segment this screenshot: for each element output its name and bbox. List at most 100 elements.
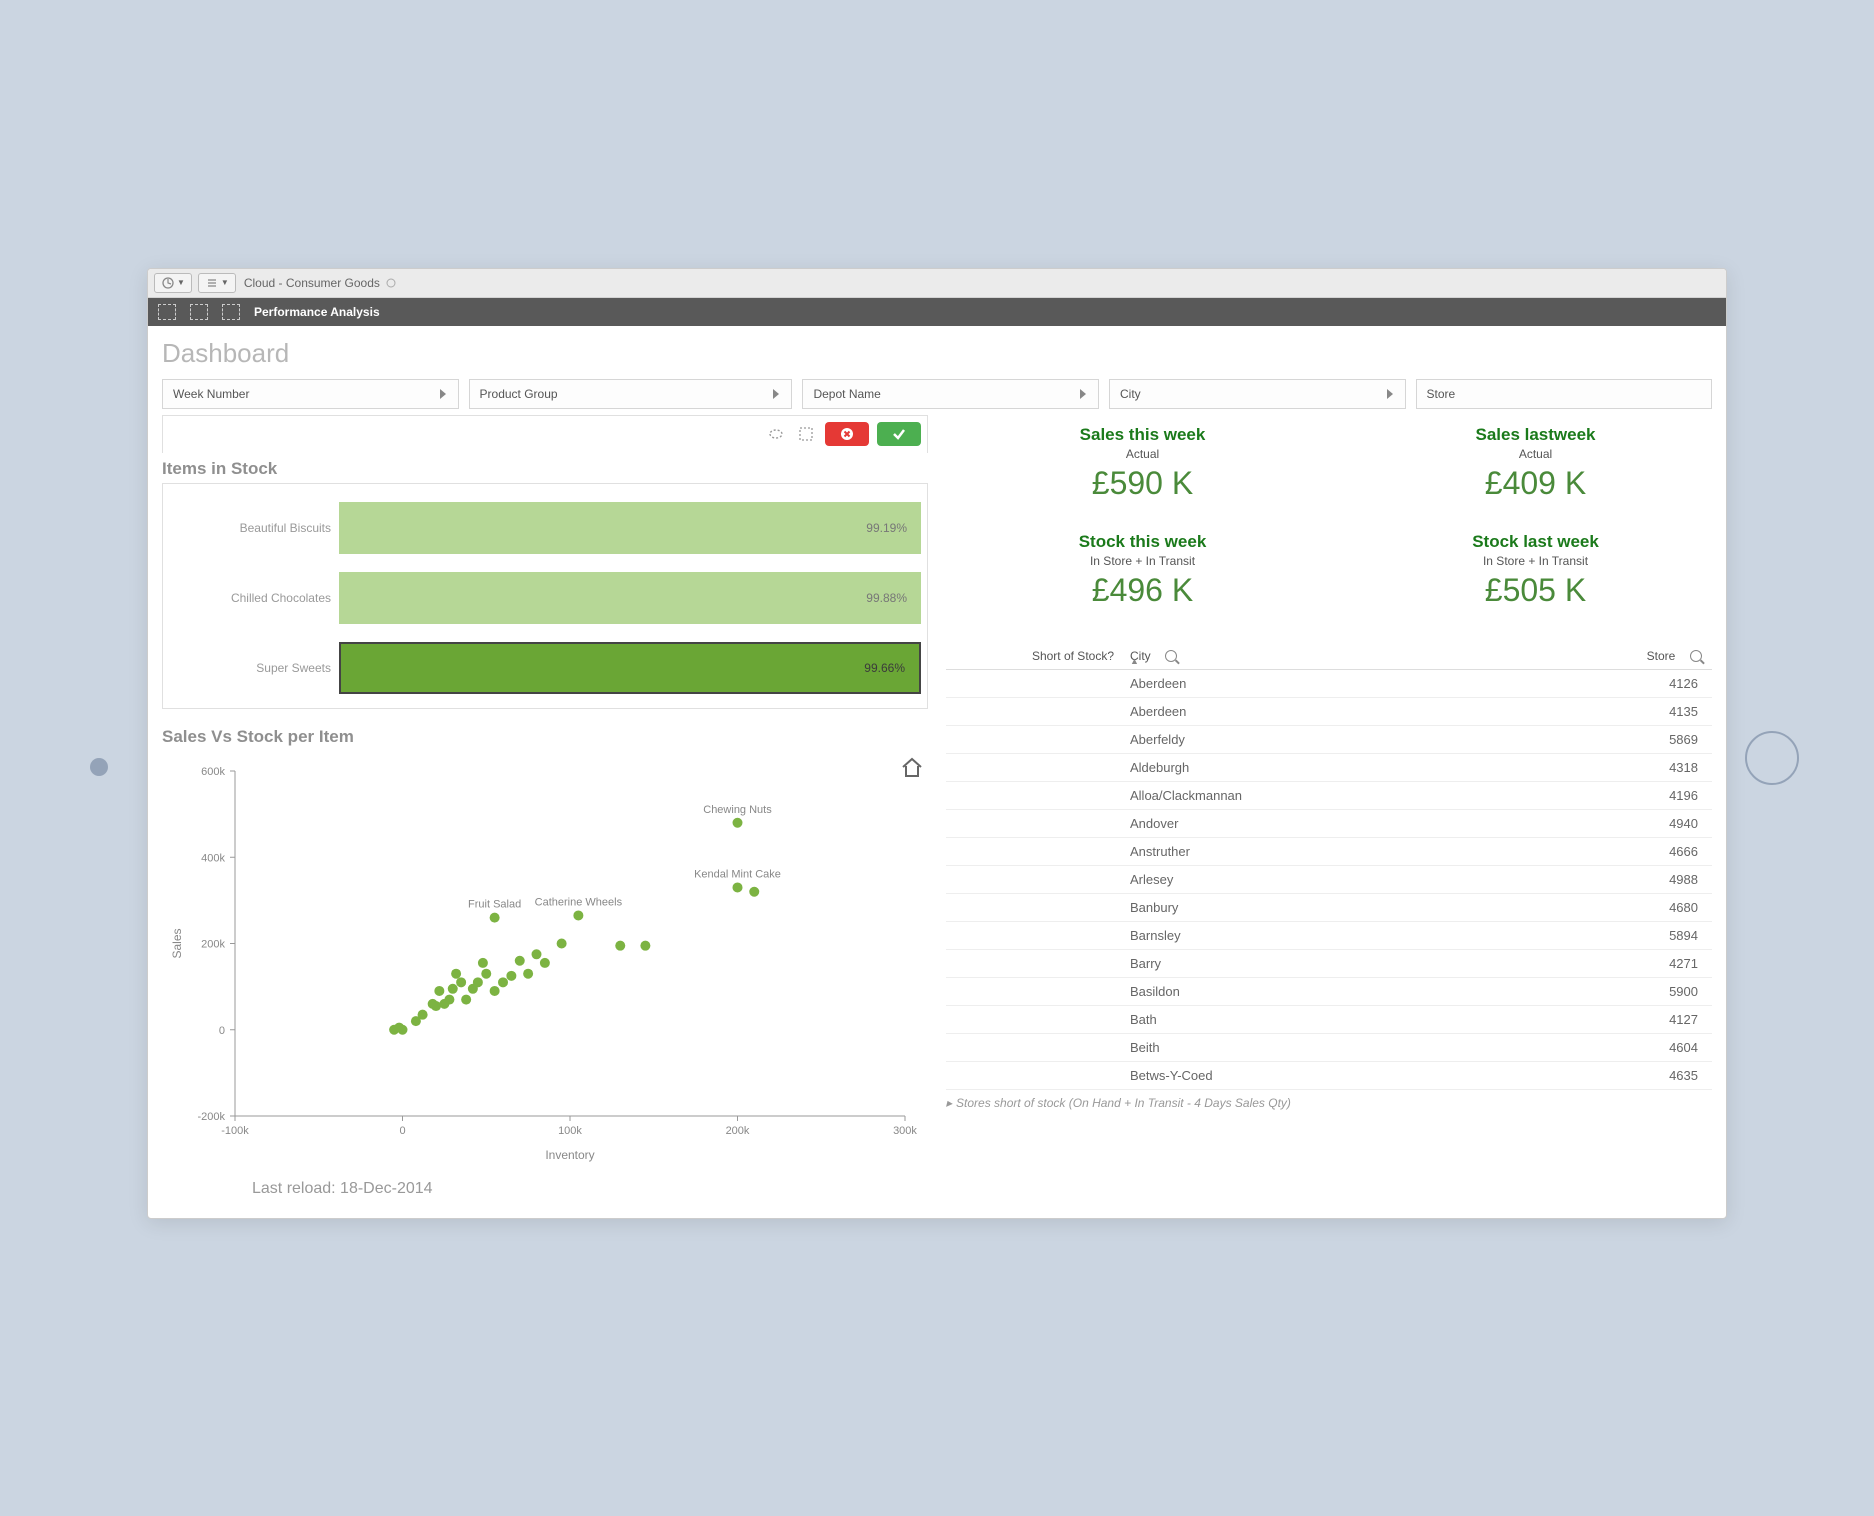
confirm-selection-button[interactable] — [877, 422, 921, 446]
kpi-subtitle: Actual — [1369, 447, 1702, 461]
table-header: Short of Stock? City ▲ Store — [946, 643, 1712, 670]
table-row[interactable]: Basildon5900 — [946, 978, 1712, 1006]
bar-row[interactable]: Chilled Chocolates99.88% — [169, 572, 921, 624]
cell-city: Beith — [1120, 1040, 1538, 1055]
cell-city: Alloa/Clackmannan — [1120, 788, 1538, 803]
table-row[interactable]: Betws-Y-Coed4635 — [946, 1062, 1712, 1090]
chevron-right-icon — [773, 389, 779, 399]
bar-label: Super Sweets — [169, 661, 339, 675]
bar-fill: 99.88% — [339, 572, 921, 624]
scatter-chart[interactable]: -200k0200k400k600k-100k0100k200k300kInve… — [162, 751, 928, 1174]
cell-city: Anstruther — [1120, 844, 1538, 859]
cell-city: Basildon — [1120, 984, 1538, 999]
svg-text:200k: 200k — [201, 938, 225, 950]
table-row[interactable]: Anstruther4666 — [946, 838, 1712, 866]
table-row[interactable]: Aberdeen4126 — [946, 670, 1712, 698]
search-icon[interactable] — [1165, 650, 1177, 662]
svg-text:400k: 400k — [201, 852, 225, 864]
table-row[interactable]: Aberfeldy5869 — [946, 726, 1712, 754]
info-icon — [386, 278, 396, 288]
sheet-title: Performance Analysis — [254, 305, 380, 319]
svg-text:Chewing Nuts: Chewing Nuts — [703, 803, 772, 815]
cell-store: 5894 — [1538, 928, 1708, 943]
filter-city[interactable]: City — [1109, 379, 1406, 409]
cell-city: Banbury — [1120, 900, 1538, 915]
table-row[interactable]: Barnsley5894 — [946, 922, 1712, 950]
filter-product-group[interactable]: Product Group — [469, 379, 793, 409]
filter-depot-name[interactable]: Depot Name — [802, 379, 1099, 409]
table-row[interactable]: Bath4127 — [946, 1006, 1712, 1034]
filter-label: Depot Name — [813, 387, 880, 401]
bar-fill: 99.19% — [339, 502, 921, 554]
home-icon[interactable] — [898, 753, 926, 781]
filter-week-number[interactable]: Week Number — [162, 379, 459, 409]
selection-forward-icon[interactable] — [190, 304, 208, 320]
bar-label: Beautiful Biscuits — [169, 521, 339, 535]
chart-title: Items in Stock — [162, 459, 928, 479]
table-row[interactable]: Barry4271 — [946, 950, 1712, 978]
filter-label: Product Group — [480, 387, 558, 401]
svg-text:-200k: -200k — [197, 1111, 225, 1123]
page-title: Dashboard — [162, 338, 1712, 369]
table-row[interactable]: Arlesey4988 — [946, 866, 1712, 894]
kpi-subtitle: In Store + In Transit — [976, 554, 1309, 568]
lasso-icon[interactable] — [765, 423, 787, 445]
cell-city: Aberdeen — [1120, 704, 1538, 719]
bar-row[interactable]: Super Sweets99.66% — [169, 642, 921, 694]
table-row[interactable]: Beith4604 — [946, 1034, 1712, 1062]
cell-store: 4127 — [1538, 1012, 1708, 1027]
cell-store: 4635 — [1538, 1068, 1708, 1083]
kpi-value: £409 K — [1369, 465, 1702, 502]
cell-city: Aberfeldy — [1120, 732, 1538, 747]
cell-city: Arlesey — [1120, 872, 1538, 887]
list-menu-button[interactable]: ▼ — [198, 273, 236, 293]
svg-text:600k: 600k — [201, 766, 225, 778]
table-row[interactable]: Andover4940 — [946, 810, 1712, 838]
cancel-selection-button[interactable] — [825, 422, 869, 446]
cell-store: 5869 — [1538, 732, 1708, 747]
svg-text:300k: 300k — [893, 1125, 917, 1137]
svg-text:0: 0 — [399, 1125, 405, 1137]
filter-label: Week Number — [173, 387, 249, 401]
kpi-title: Stock this week — [976, 532, 1309, 552]
chevron-right-icon — [1080, 389, 1086, 399]
col-city[interactable]: City ▲ — [1120, 649, 1538, 663]
table-row[interactable]: Alloa/Clackmannan4196 — [946, 782, 1712, 810]
tablet-frame: ▼ ▼ Cloud - Consumer Goods Performance A… — [20, 208, 1854, 1309]
kpi-stock-this-week: Stock this week In Store + In Transit £4… — [976, 532, 1309, 609]
chevron-right-icon — [440, 389, 446, 399]
table-row[interactable]: Banbury4680 — [946, 894, 1712, 922]
filter-store[interactable]: Store — [1416, 379, 1713, 409]
cell-store: 4135 — [1538, 704, 1708, 719]
cell-store: 4666 — [1538, 844, 1708, 859]
selection-toolbar — [162, 415, 928, 453]
filter-label: Store — [1427, 387, 1456, 401]
search-icon[interactable] — [1690, 650, 1702, 662]
cell-store: 4126 — [1538, 676, 1708, 691]
bar-row[interactable]: Beautiful Biscuits99.19% — [169, 502, 921, 554]
selection-tool-icon[interactable] — [795, 423, 817, 445]
bar-label: Chilled Chocolates — [169, 591, 339, 605]
table-row[interactable]: Aberdeen4135 — [946, 698, 1712, 726]
col-store[interactable]: Store — [1538, 649, 1708, 663]
svg-text:Inventory: Inventory — [545, 1148, 594, 1162]
kpi-stock-last-week: Stock last week In Store + In Transit £5… — [1369, 532, 1702, 609]
selection-back-icon[interactable] — [158, 304, 176, 320]
table-footer: ▸Stores short of stock (On Hand + In Tra… — [946, 1090, 1712, 1110]
table-row[interactable]: Aldeburgh4318 — [946, 754, 1712, 782]
cell-store: 4271 — [1538, 956, 1708, 971]
app-window: ▼ ▼ Cloud - Consumer Goods Performance A… — [147, 268, 1727, 1219]
cell-city: Aldeburgh — [1120, 760, 1538, 775]
selection-clear-icon[interactable] — [222, 304, 240, 320]
app-title: Cloud - Consumer Goods — [244, 276, 380, 290]
svg-text:Fruit Salad: Fruit Salad — [468, 898, 521, 910]
chart-title: Sales Vs Stock per Item — [162, 727, 928, 747]
svg-text:-100k: -100k — [221, 1125, 249, 1137]
col-short-of-stock[interactable]: Short of Stock? — [950, 649, 1120, 663]
stores-table: Short of Stock? City ▲ Store Aberdeen412… — [946, 643, 1712, 1110]
svg-text:Sales: Sales — [170, 928, 184, 958]
nav-menu-button[interactable]: ▼ — [154, 273, 192, 293]
cell-store: 4988 — [1538, 872, 1708, 887]
bar-fill: 99.66% — [339, 642, 921, 694]
expand-icon[interactable]: ▸ — [946, 1096, 952, 1110]
